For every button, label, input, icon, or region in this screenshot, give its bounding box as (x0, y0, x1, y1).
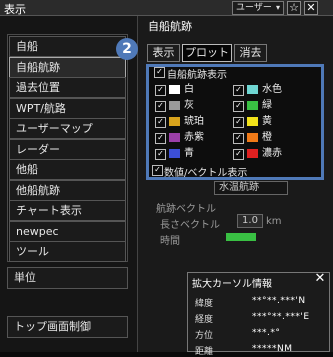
window-title: 表示 (4, 3, 26, 16)
color-checkbox[interactable]: ✓ (233, 149, 244, 160)
value-vector-display-checkbox[interactable]: ✓ 数値/ベクトル表示 (152, 164, 247, 179)
panel-title: 自船航跡 (148, 20, 192, 33)
own-track-display-checkbox[interactable]: ✓ 自船航跡表示 (154, 66, 227, 81)
green-bar (226, 233, 256, 241)
menu-item[interactable]: 自船 (9, 36, 126, 57)
color-label: 緑 (262, 100, 272, 111)
color-label: 灰 (184, 100, 194, 111)
check-icon: ✓ (154, 67, 165, 78)
popup-title: 拡大カーソル情報 (192, 279, 272, 290)
user-dropdown[interactable]: ユーザー ▾ (232, 1, 284, 15)
menu-item[interactable]: 過去位置 (9, 77, 126, 98)
top-screen-control-button[interactable]: トップ画面制御 (7, 316, 128, 338)
tab-plot[interactable]: プロット (182, 44, 232, 62)
length-unit: km (266, 216, 282, 227)
close-icon[interactable]: ✕ (304, 1, 318, 15)
unit-button[interactable]: 単位 (7, 267, 128, 289)
tab-display[interactable]: 表示 (147, 44, 180, 62)
color-swatch (247, 85, 258, 94)
track-vector-section: 航跡ベクトル (156, 204, 216, 215)
color-swatch (169, 101, 180, 110)
cursor-info-label: 距離 (195, 347, 214, 357)
menu-item[interactable]: レーダー (9, 138, 126, 160)
user-dropdown-label: ユーザー (236, 3, 272, 13)
color-checkbox[interactable]: ✓ (233, 117, 244, 128)
menu-item[interactable]: WPT/航路 (9, 97, 126, 119)
color-label: 濃赤 (262, 148, 282, 159)
cursor-info-value: ***°**.***'E (252, 312, 310, 322)
color-label: 青 (184, 148, 194, 159)
menu-item[interactable]: チャート表示 (9, 200, 126, 221)
own-track-display-label: 自船航跡表示 (167, 70, 227, 81)
color-label: 水色 (262, 84, 282, 95)
color-checkbox[interactable]: ✓ (233, 101, 244, 112)
cursor-info-label: 緯度 (195, 299, 214, 309)
color-swatch (247, 133, 258, 142)
color-swatch (247, 117, 258, 126)
tab-erase[interactable]: 消去 (234, 44, 267, 62)
chevron-down-icon: ▾ (275, 3, 280, 12)
color-swatch (247, 101, 258, 110)
close-icon[interactable]: ✕ (313, 272, 327, 287)
color-swatch (247, 149, 258, 158)
menu-item[interactable]: ユーザーマップ (9, 118, 126, 139)
color-checkbox[interactable]: ✓ (155, 149, 166, 160)
cursor-info-label: 方位 (195, 331, 214, 341)
length-vector-label: 長さベクトル (160, 220, 220, 231)
cursor-info-value: *****NM (252, 344, 293, 354)
value-vector-display-label: 数値/ベクトル表示 (164, 168, 248, 179)
menu-item[interactable]: ツール (9, 241, 126, 262)
track-source-select[interactable]: 水温航跡 (214, 181, 288, 195)
length-vector-input[interactable]: 1.0 (237, 214, 263, 228)
menu-item[interactable]: newpec (9, 220, 126, 242)
cursor-info-label: 経度 (195, 315, 214, 325)
cursor-info-value: ***.*° (252, 328, 281, 338)
color-checkbox[interactable]: ✓ (155, 117, 166, 128)
time-label: 時間 (160, 236, 180, 247)
color-checkbox[interactable]: ✓ (155, 133, 166, 144)
color-label: 白 (184, 84, 194, 95)
menu-item[interactable]: 自船航跡 (9, 56, 126, 78)
color-swatch (169, 149, 180, 158)
cursor-info-value: **°**.***'N (252, 296, 306, 306)
color-checkbox[interactable]: ✓ (155, 101, 166, 112)
menu-item[interactable]: 他船 (9, 159, 126, 180)
color-checkbox[interactable]: ✓ (155, 85, 166, 96)
check-icon: ✓ (152, 165, 163, 176)
color-label: 赤紫 (184, 132, 204, 143)
color-label: 黄 (262, 116, 272, 127)
color-checkbox[interactable]: ✓ (233, 85, 244, 96)
star-icon[interactable]: ☆ (287, 1, 301, 15)
color-checkbox[interactable]: ✓ (233, 133, 244, 144)
color-swatch (169, 133, 180, 142)
color-swatch (169, 117, 180, 126)
callout-badge: 2 (116, 38, 138, 60)
color-swatch (169, 85, 180, 94)
color-label: 橙 (262, 132, 272, 143)
color-label: 琥珀 (184, 116, 204, 127)
menu-item[interactable]: 他船航跡 (9, 179, 126, 201)
